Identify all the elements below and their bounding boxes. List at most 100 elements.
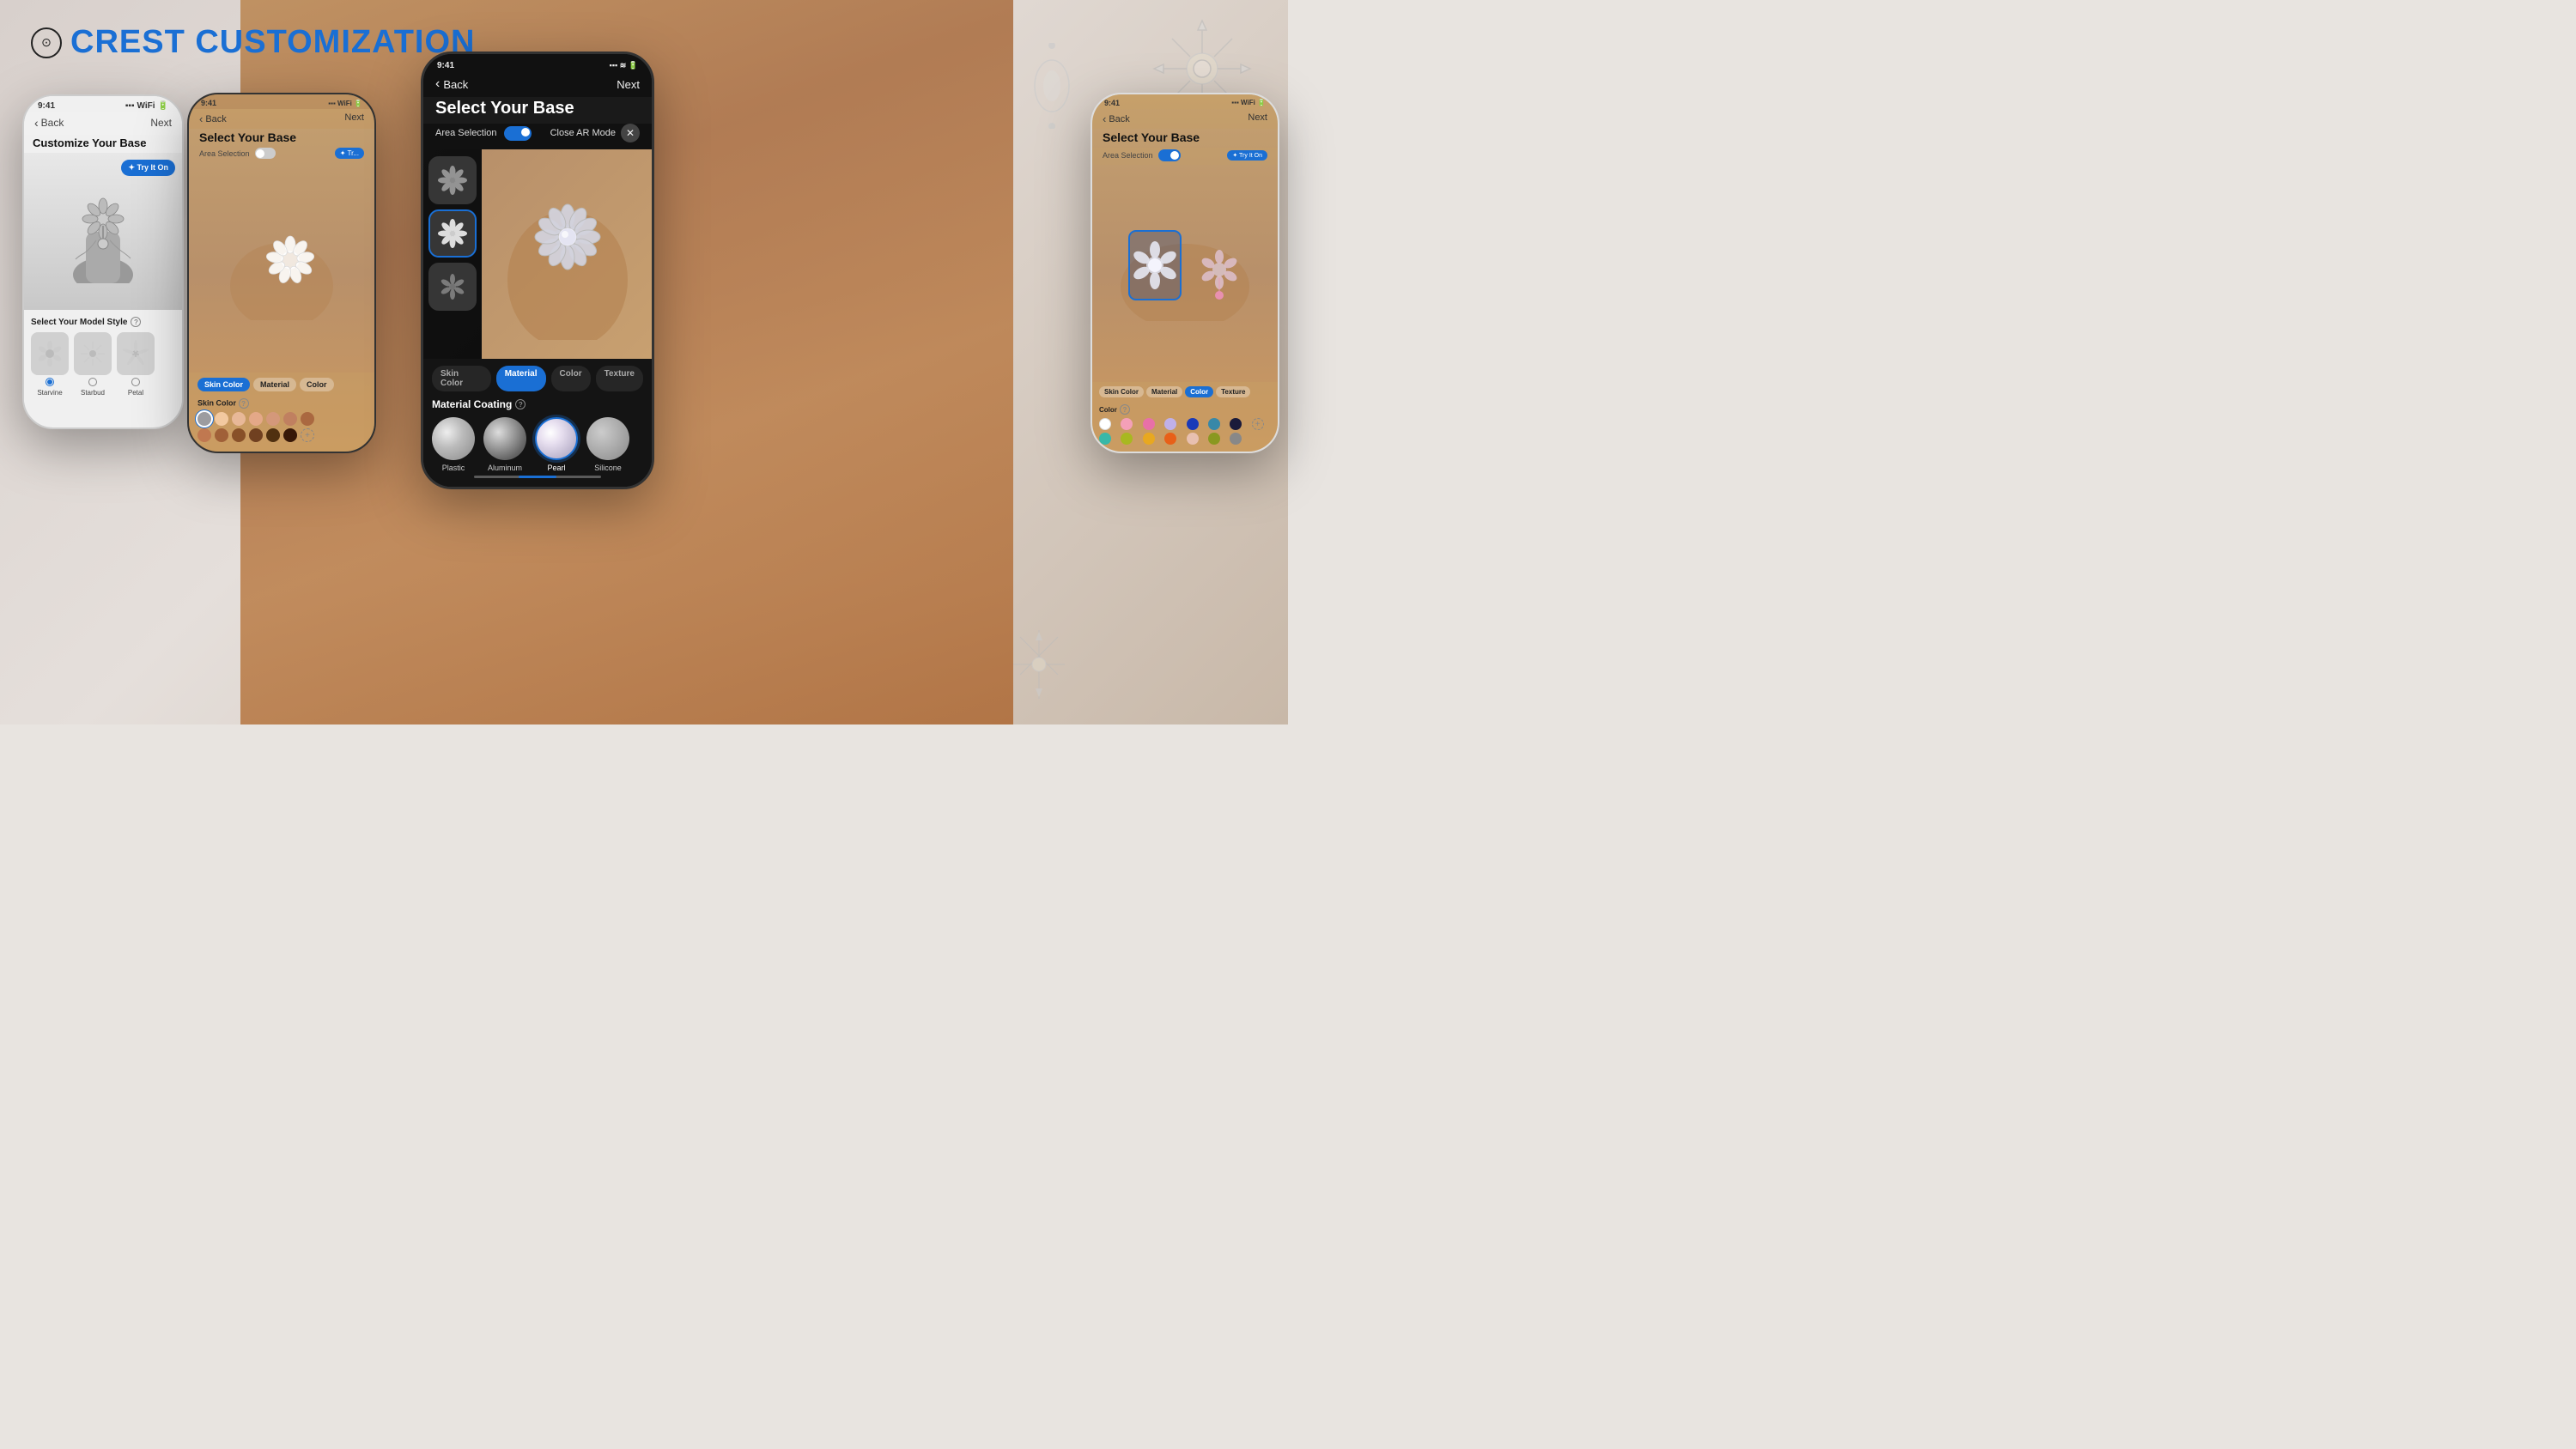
skin-swatch-1[interactable] [197,412,211,426]
color-dot-gray[interactable] [1230,433,1242,445]
skin-swatch-9[interactable] [215,428,228,442]
phone3-next-button[interactable]: Next [617,78,640,91]
material-silicone[interactable]: Silicone [586,417,629,472]
skin-swatch-2[interactable] [215,412,228,426]
phone2-skin-color-info: ? [239,398,249,409]
phone3-tabs: Skin Color Material Color Texture [432,366,643,391]
phone2-status-bar: 9:41 ▪▪▪ WiFi 🔋 [189,94,374,109]
material-aluminum[interactable]: Aluminum [483,417,526,472]
material-pearl[interactable]: Pearl [535,417,578,472]
phone1-page-title: Customize Your Base [24,135,182,153]
color-dot-peach[interactable] [1187,433,1199,445]
color-dot-pink[interactable] [1143,418,1155,430]
thumb-item-2[interactable] [428,209,477,258]
color-dot-teal[interactable] [1208,418,1220,430]
phone1-status-bar: 9:41 ▪▪▪WiFi🔋 [24,96,182,112]
phone3-close-ar-button[interactable]: ✕ [621,124,640,142]
material-plastic[interactable]: Plastic [432,417,475,472]
phone4-color-label: Color ? [1099,404,1271,415]
phone1-model-options: Starvine Starbud Petal [31,332,175,397]
color-dot-white[interactable] [1099,418,1111,430]
phone4-page-title: Select Your Base [1092,129,1278,148]
model-option-petal[interactable]: Petal [117,332,155,397]
model-radio-starvine [46,378,54,386]
model-option-starvine[interactable]: Starvine [31,332,69,397]
skin-swatch-4[interactable] [249,412,263,426]
model-label-starvine: Starvine [37,389,62,397]
phone3-material-options: Plastic Aluminum Pearl Silicone [432,417,643,472]
phone2-area-toggle[interactable] [255,148,276,159]
color-dot-orange[interactable] [1164,433,1176,445]
phone4-area-toggle[interactable] [1158,149,1181,161]
phone3-back-button[interactable]: ‹ Back [435,76,468,92]
phone2-tab-skin-color[interactable]: Skin Color [197,378,250,391]
phone1-try-on-button[interactable]: ✦ Try It On [121,160,175,176]
skin-swatch-11[interactable] [249,428,263,442]
color-dot-lavender[interactable] [1164,418,1176,430]
phone2-next-button[interactable]: Next [344,112,364,125]
phone4-area-label: Area Selection [1103,151,1153,160]
model-option-starbud[interactable]: Starbud [74,332,112,397]
phone3-ear-area [482,149,652,359]
color-dot-navy[interactable] [1230,418,1242,430]
phone2-tab-color[interactable]: Color [300,378,334,391]
phone3-tab-skin[interactable]: Skin Color [432,366,491,391]
phone4-tab-color[interactable]: Color [1185,386,1213,397]
color-add-button[interactable]: + [1252,418,1264,430]
phone2-back-button[interactable]: ‹ Back [199,112,227,125]
model-label-starbud: Starbud [81,389,105,397]
phone1-nav: ‹ Back Next [24,112,182,135]
color-dot-amber[interactable] [1143,433,1155,445]
skin-swatch-3[interactable] [232,412,246,426]
skin-swatch-10[interactable] [232,428,246,442]
skin-swatch-8[interactable] [197,428,211,442]
color-dot-olive[interactable] [1121,433,1133,445]
phone2-tab-material[interactable]: Material [253,378,296,391]
color-dot-blue[interactable] [1187,418,1199,430]
skin-swatch-6[interactable] [283,412,297,426]
jewel-decoration-side [1022,43,1082,129]
phone2-area-label: Area Selection [199,149,250,158]
phone3-tab-texture[interactable]: Texture [596,366,643,391]
phone-1: 9:41 ▪▪▪WiFi🔋 ‹ Back Next Customize Your… [22,94,184,429]
phone4-tab-skin[interactable]: Skin Color [1099,386,1144,397]
color-dot-green-teal[interactable] [1099,433,1111,445]
phone1-bottom-section: Select Your Model Style ? Starvine [24,310,182,403]
phone4-tab-texture[interactable]: Texture [1216,386,1250,397]
phone4-ear-area [1092,165,1278,382]
skin-swatch-13[interactable] [283,428,297,442]
phone3-tab-color[interactable]: Color [551,366,591,391]
color-dot-pink-light[interactable] [1121,418,1133,430]
thumb-item-3[interactable] [428,263,477,311]
skin-swatch-add[interactable]: + [301,428,314,442]
color-dot-yellow-green[interactable] [1208,433,1220,445]
model-radio-petal [131,378,140,386]
thumb-item-1[interactable] [428,156,477,204]
phone3-material-info-icon: ? [515,399,526,409]
phone4-nav: ‹ Back Next [1092,109,1278,129]
material-ball-plastic [432,417,475,460]
skin-swatch-12[interactable] [266,428,280,442]
phone2-skin-color-section: Skin Color ? + [189,395,374,452]
phone4-try-on-button[interactable]: ✦ Try It On [1227,150,1267,161]
phone3-main-area [423,149,652,359]
model-thumb-petal [117,332,155,375]
phone3-close-ar-label: Close AR Mode [550,128,616,138]
phone4-tab-material[interactable]: Material [1146,386,1182,397]
phone3-tab-material[interactable]: Material [496,366,546,391]
phone1-back-button[interactable]: ‹ Back [34,116,64,130]
skin-swatch-7[interactable] [301,412,314,426]
phone2-try-on-button[interactable]: ✦ Tr... [335,148,364,159]
skin-swatch-5[interactable] [266,412,280,426]
phone-4: 9:41 ▪▪▪ WiFi 🔋 ‹ Back Next Select Your … [1091,93,1279,453]
phone4-status-bar: 9:41 ▪▪▪ WiFi 🔋 [1092,94,1278,109]
phone4-back-button[interactable]: ‹ Back [1103,112,1130,125]
model-thumb-starbud [74,332,112,375]
material-name-plastic: Plastic [442,464,465,472]
phone2-skin-row1 [197,412,366,426]
phone3-area-toggle[interactable] [504,126,532,141]
phone1-next-button[interactable]: Next [150,117,172,129]
phone4-next-button[interactable]: Next [1248,112,1267,125]
phone4-color-info: ? [1120,404,1130,415]
phone4-color-grid: + [1099,418,1271,445]
